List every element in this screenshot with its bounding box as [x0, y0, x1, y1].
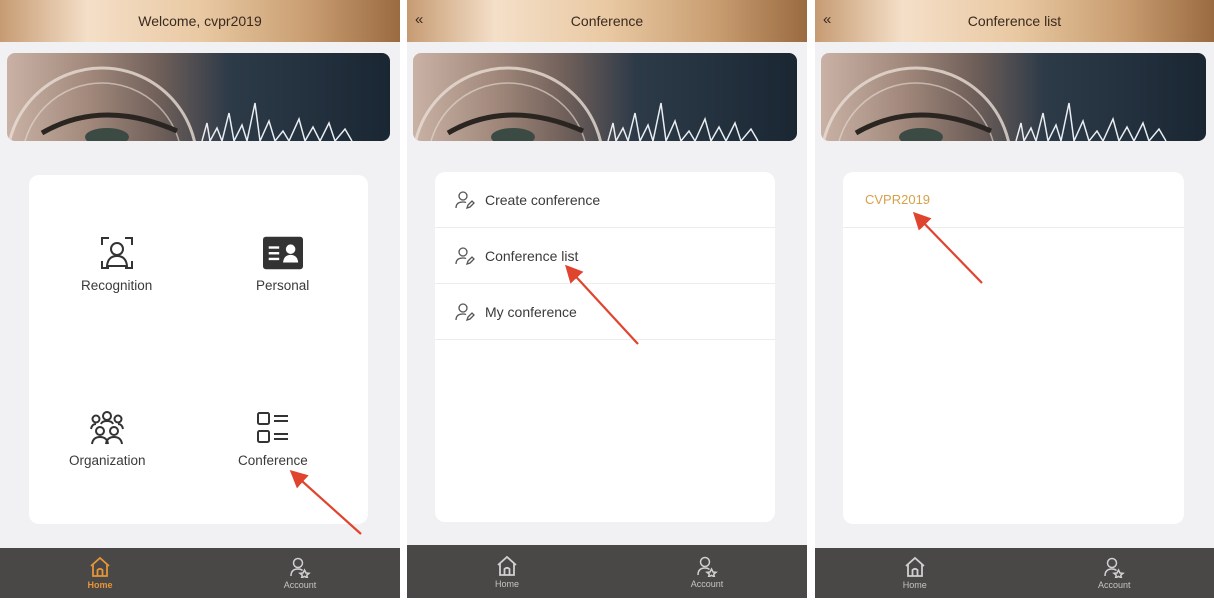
tab-home-label: Home [902, 580, 927, 590]
feature-grid: Recognition Personal Organization Confer… [29, 175, 368, 524]
home-icon [90, 556, 110, 577]
conference-list: CVPR2019 [843, 172, 1184, 524]
conference-menu: Create conference Conference list My con… [435, 172, 775, 522]
list-item[interactable]: CVPR2019 [843, 172, 1184, 228]
header-bar: Welcome, cvpr2019 [0, 0, 400, 42]
tab-account[interactable]: Account [200, 548, 400, 598]
bottom-tab-bar: Home Account [407, 545, 807, 598]
tab-home-label: Home [494, 578, 519, 589]
user-edit-icon [455, 302, 475, 321]
personal-label: Personal [256, 278, 310, 293]
tab-account-label: Account [690, 578, 724, 589]
conference-screen: « Conference Create conference Conferenc… [407, 0, 807, 598]
people-group-icon [87, 408, 127, 448]
header-bar: « Conference [407, 0, 807, 42]
menu-item-label: My conference [485, 303, 577, 320]
id-card-icon [262, 233, 303, 273]
personal-tile[interactable]: Personal [256, 233, 309, 293]
banner-image [7, 53, 390, 141]
tab-account[interactable]: Account [1015, 548, 1214, 598]
menu-item-conference-list[interactable]: Conference list [435, 228, 775, 284]
user-edit-icon [455, 190, 475, 209]
tab-home[interactable]: Home [407, 545, 607, 598]
tab-home[interactable]: Home [815, 548, 1015, 598]
conference-name: CVPR2019 [865, 192, 931, 207]
user-edit-icon [455, 246, 475, 265]
tab-home-label: Home [87, 580, 113, 590]
back-button[interactable]: « [415, 11, 423, 29]
bottom-tab-bar: Home Account [0, 548, 400, 598]
banner-image [821, 53, 1206, 141]
organization-tile[interactable]: Organization [69, 408, 146, 468]
menu-item-create-conference[interactable]: Create conference [435, 172, 775, 228]
organization-label: Organization [69, 453, 146, 468]
account-icon [697, 556, 718, 577]
tab-account[interactable]: Account [607, 545, 807, 598]
face-scan-icon [97, 233, 137, 273]
header-title: Conference list [967, 13, 1062, 29]
conference-label: Conference [238, 453, 308, 468]
menu-item-my-conference[interactable]: My conference [435, 284, 775, 340]
header-title: Welcome, cvpr2019 [138, 13, 262, 29]
bottom-tab-bar: Home Account [815, 548, 1214, 598]
account-icon [1104, 557, 1126, 578]
header-title: Conference [570, 13, 644, 29]
home-screen: Welcome, cvpr2019 Recognition Personal O… [0, 0, 400, 598]
back-button[interactable]: « [823, 11, 831, 29]
tab-account-label: Account [283, 580, 317, 590]
home-icon [497, 555, 517, 576]
menu-item-label: Conference list [485, 247, 579, 264]
recognition-label: Recognition [81, 278, 153, 293]
conference-list-screen: « Conference list CVPR2019 Home Account [815, 0, 1214, 598]
home-icon [905, 556, 925, 577]
tab-home[interactable]: Home [0, 548, 200, 598]
banner-image [413, 53, 797, 141]
account-icon [290, 557, 311, 578]
conference-tile[interactable]: Conference [238, 408, 308, 468]
menu-item-label: Create conference [485, 191, 601, 208]
header-bar: « Conference list [815, 0, 1214, 42]
recognition-tile[interactable]: Recognition [81, 233, 152, 293]
tab-account-label: Account [1097, 580, 1131, 590]
list-icon [253, 408, 293, 448]
